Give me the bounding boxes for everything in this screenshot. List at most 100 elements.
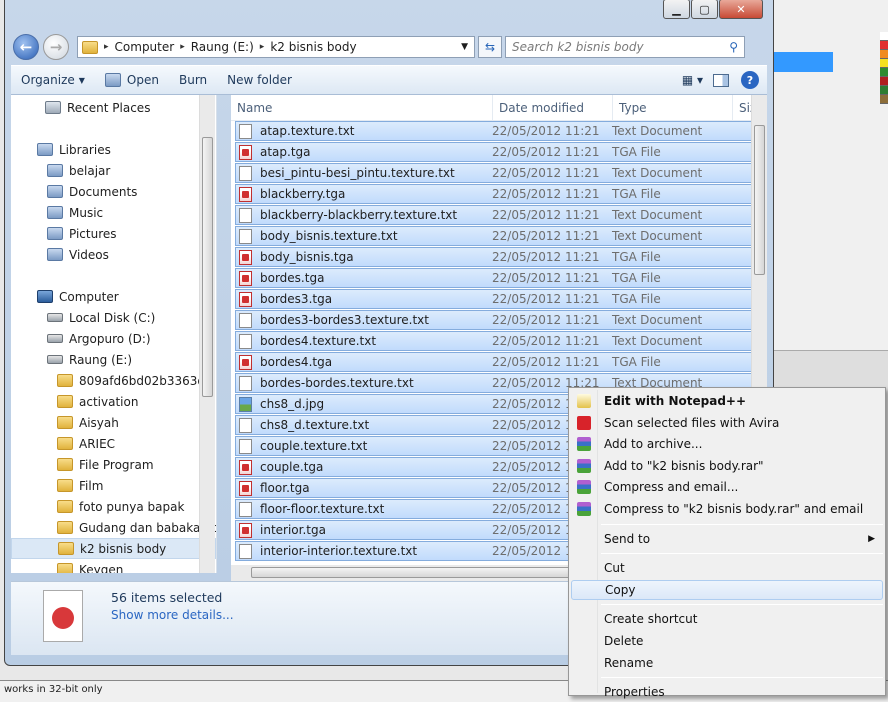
file-row[interactable]: blackberry-blackberry.texture.txt 22/05/2…	[235, 205, 755, 225]
nav-library-item[interactable]: Pictures	[11, 223, 216, 244]
file-name: bordes4.texture.txt	[260, 334, 377, 348]
file-date: 22/05/2012 11:21	[492, 145, 600, 159]
tga-file-icon	[239, 291, 252, 307]
nav-folder[interactable]: foto punya bapak	[11, 496, 216, 517]
preview-pane-icon[interactable]	[713, 73, 729, 87]
nav-computer[interactable]: Computer	[11, 286, 216, 307]
file-type: TGA File	[612, 271, 661, 285]
burn-button[interactable]: Burn	[179, 73, 207, 87]
help-button[interactable]: ?	[741, 71, 759, 89]
menu-item-label: Delete	[604, 634, 644, 648]
file-date: 22/05/2012 11:21	[492, 313, 600, 327]
nav-item-label: activation	[79, 394, 139, 409]
close-button[interactable]: ✕	[719, 0, 763, 19]
forward-button[interactable]: →	[43, 34, 69, 60]
menu-item[interactable]: Add to "k2 bisnis body.rar"	[571, 456, 883, 476]
file-row[interactable]: bordes3-bordes3.texture.txt 22/05/2012 11…	[235, 310, 755, 330]
file-name: atap.tga	[260, 145, 311, 159]
nav-folder[interactable]: Aisyah	[11, 412, 216, 433]
breadcrumb-folder[interactable]: k2 bisnis body	[270, 40, 356, 54]
menu-item-label: Scan selected files with Avira	[604, 415, 780, 430]
file-type: TGA File	[612, 187, 661, 201]
maximize-button[interactable]: ▢	[691, 0, 718, 19]
menu-item[interactable]: Edit with Notepad++	[571, 391, 883, 411]
menu-item[interactable]: Add to archive...	[571, 434, 883, 454]
refresh-button[interactable]: ⇆	[478, 36, 502, 58]
chevron-down-icon[interactable]: ▼	[461, 42, 468, 52]
new-folder-button[interactable]: New folder	[227, 73, 292, 87]
nav-folder[interactable]: File Program	[11, 454, 216, 475]
nav-libraries[interactable]: Libraries	[11, 139, 216, 160]
nav-recent-places[interactable]: Recent Places	[11, 97, 216, 118]
menu-item[interactable]: Properties	[571, 682, 883, 702]
breadcrumb[interactable]: ▸ Computer ▸ Raung (E:) ▸ k2 bisnis body…	[77, 36, 475, 58]
navigation-scrollbar[interactable]	[199, 95, 215, 573]
breadcrumb-drive[interactable]: Raung (E:)	[191, 40, 254, 54]
nav-folder[interactable]: 809afd6bd02b3363d6	[11, 370, 216, 391]
minimize-button[interactable]: ▁	[663, 0, 690, 19]
file-row[interactable]: besi_pintu-besi_pintu.texture.txt 22/05/2…	[235, 163, 755, 183]
computer-icon	[37, 290, 53, 303]
file-row[interactable]: body_bisnis.tga 22/05/2012 11:21 TGA File	[235, 247, 755, 267]
menu-item[interactable]: Cut	[571, 558, 883, 578]
navigation-scroll-thumb[interactable]	[202, 137, 213, 397]
file-name-cell: couple.texture.txt	[236, 438, 492, 454]
file-row[interactable]: atap.tga 22/05/2012 11:21 TGA File	[235, 142, 755, 162]
address-bar-row: ← → ▸ Computer ▸ Raung (E:) ▸ k2 bisnis …	[13, 33, 769, 61]
file-row[interactable]: bordes.tga 22/05/2012 11:21 TGA File	[235, 268, 755, 288]
organize-button[interactable]: Organize ▼	[21, 73, 85, 87]
column-name[interactable]: Name	[231, 95, 493, 121]
search-input[interactable]: Search k2 bisnis body ⚲	[505, 36, 745, 58]
txt-file-icon	[239, 312, 252, 328]
file-name-cell: floor-floor.texture.txt	[236, 501, 492, 517]
tga-file-icon	[239, 459, 252, 475]
file-name-cell: bordes3-bordes3.texture.txt	[236, 312, 492, 328]
file-type: Text Document	[612, 208, 703, 222]
menu-item[interactable]: Copy	[571, 579, 883, 600]
file-row[interactable]: bordes4.texture.txt 22/05/2012 11:21 Text …	[235, 331, 755, 351]
txt-file-icon	[239, 228, 252, 244]
menu-item[interactable]: Compress and email...	[571, 477, 883, 497]
file-type: Text Document	[612, 166, 703, 180]
nav-folder[interactable]: k2 bisnis body	[11, 538, 216, 559]
column-date-modified[interactable]: Date modified	[493, 95, 613, 121]
nav-library-item[interactable]: Videos	[11, 244, 216, 265]
nav-folder[interactable]: activation	[11, 391, 216, 412]
file-row[interactable]: atap.texture.txt 22/05/2012 11:21 Text Doc…	[235, 121, 755, 141]
file-type: Text Document	[612, 313, 703, 327]
nav-folder[interactable]: Keygen	[11, 559, 216, 573]
nav-folder[interactable]: Film	[11, 475, 216, 496]
file-list-scroll-thumb[interactable]	[754, 125, 765, 275]
folder-icon	[57, 500, 73, 513]
column-type[interactable]: Type	[613, 95, 733, 121]
menu-item[interactable]: Scan selected files with Avira	[571, 413, 883, 433]
file-row[interactable]: bordes4.tga 22/05/2012 11:21 TGA File	[235, 352, 755, 372]
menu-item[interactable]: Compress to "k2 bisnis body.rar" and ema…	[571, 499, 883, 519]
nav-drive[interactable]: Raung (E:)	[11, 349, 216, 370]
nav-library-item[interactable]: Documents	[11, 181, 216, 202]
nav-drive[interactable]: Local Disk (C:)	[11, 307, 216, 328]
show-more-details-link[interactable]: Show more details...	[111, 608, 234, 622]
nav-library-item[interactable]: belajar	[11, 160, 216, 181]
folder-icon	[57, 416, 73, 429]
view-options-icon[interactable]: ▦ ▾	[682, 73, 703, 87]
breadcrumb-computer[interactable]: Computer	[115, 40, 175, 54]
file-row[interactable]: body_bisnis.texture.txt 22/05/2012 11:21 T…	[235, 226, 755, 246]
menu-item[interactable]: Send to ▶	[571, 529, 883, 549]
nav-drive[interactable]: Argopuro (D:)	[11, 328, 216, 349]
nav-folder[interactable]: ARIEC	[11, 433, 216, 454]
nav-library-item[interactable]: Music	[11, 202, 216, 223]
txt-file-icon	[239, 438, 252, 454]
back-button[interactable]: ←	[13, 34, 39, 60]
file-row[interactable]: bordes3.tga 22/05/2012 11:21 TGA File	[235, 289, 755, 309]
txt-file-icon	[239, 333, 252, 349]
menu-item[interactable]: Delete	[571, 631, 883, 651]
open-button[interactable]: Open	[104, 73, 159, 87]
file-name-cell: chs8_d.jpg	[236, 396, 492, 412]
file-row[interactable]: blackberry.tga 22/05/2012 11:21 TGA File	[235, 184, 755, 204]
nav-folder[interactable]: Gudang dan babakan p	[11, 517, 216, 538]
menu-item[interactable]: Create shortcut	[571, 609, 883, 629]
file-type: Text Document	[612, 229, 703, 243]
menu-item[interactable]: Rename	[571, 653, 883, 673]
menu-item-label: Compress to "k2 bisnis body.rar" and ema…	[604, 502, 864, 516]
